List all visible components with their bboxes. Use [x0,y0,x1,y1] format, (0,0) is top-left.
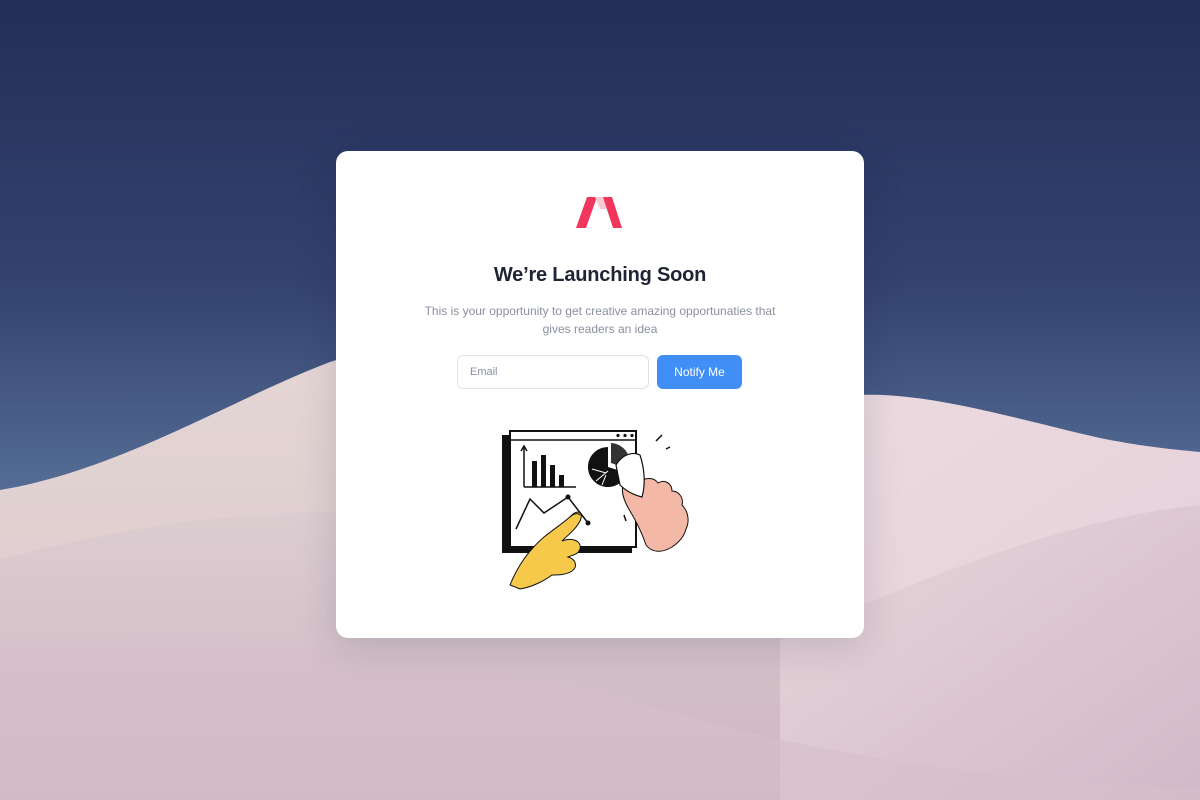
coming-soon-page: We’re Launching Soon This is your opport… [0,0,1200,800]
launch-card: We’re Launching Soon This is your opport… [336,151,864,638]
email-field[interactable] [457,355,649,389]
notify-me-button[interactable]: Notify Me [657,355,742,389]
page-title: We’re Launching Soon [493,264,707,286]
brand-logo-icon [576,197,622,228]
analytics-dashboard-hands-illustration [502,430,689,590]
page-subtitle: This is your opportunity to get creative… [424,304,776,336]
